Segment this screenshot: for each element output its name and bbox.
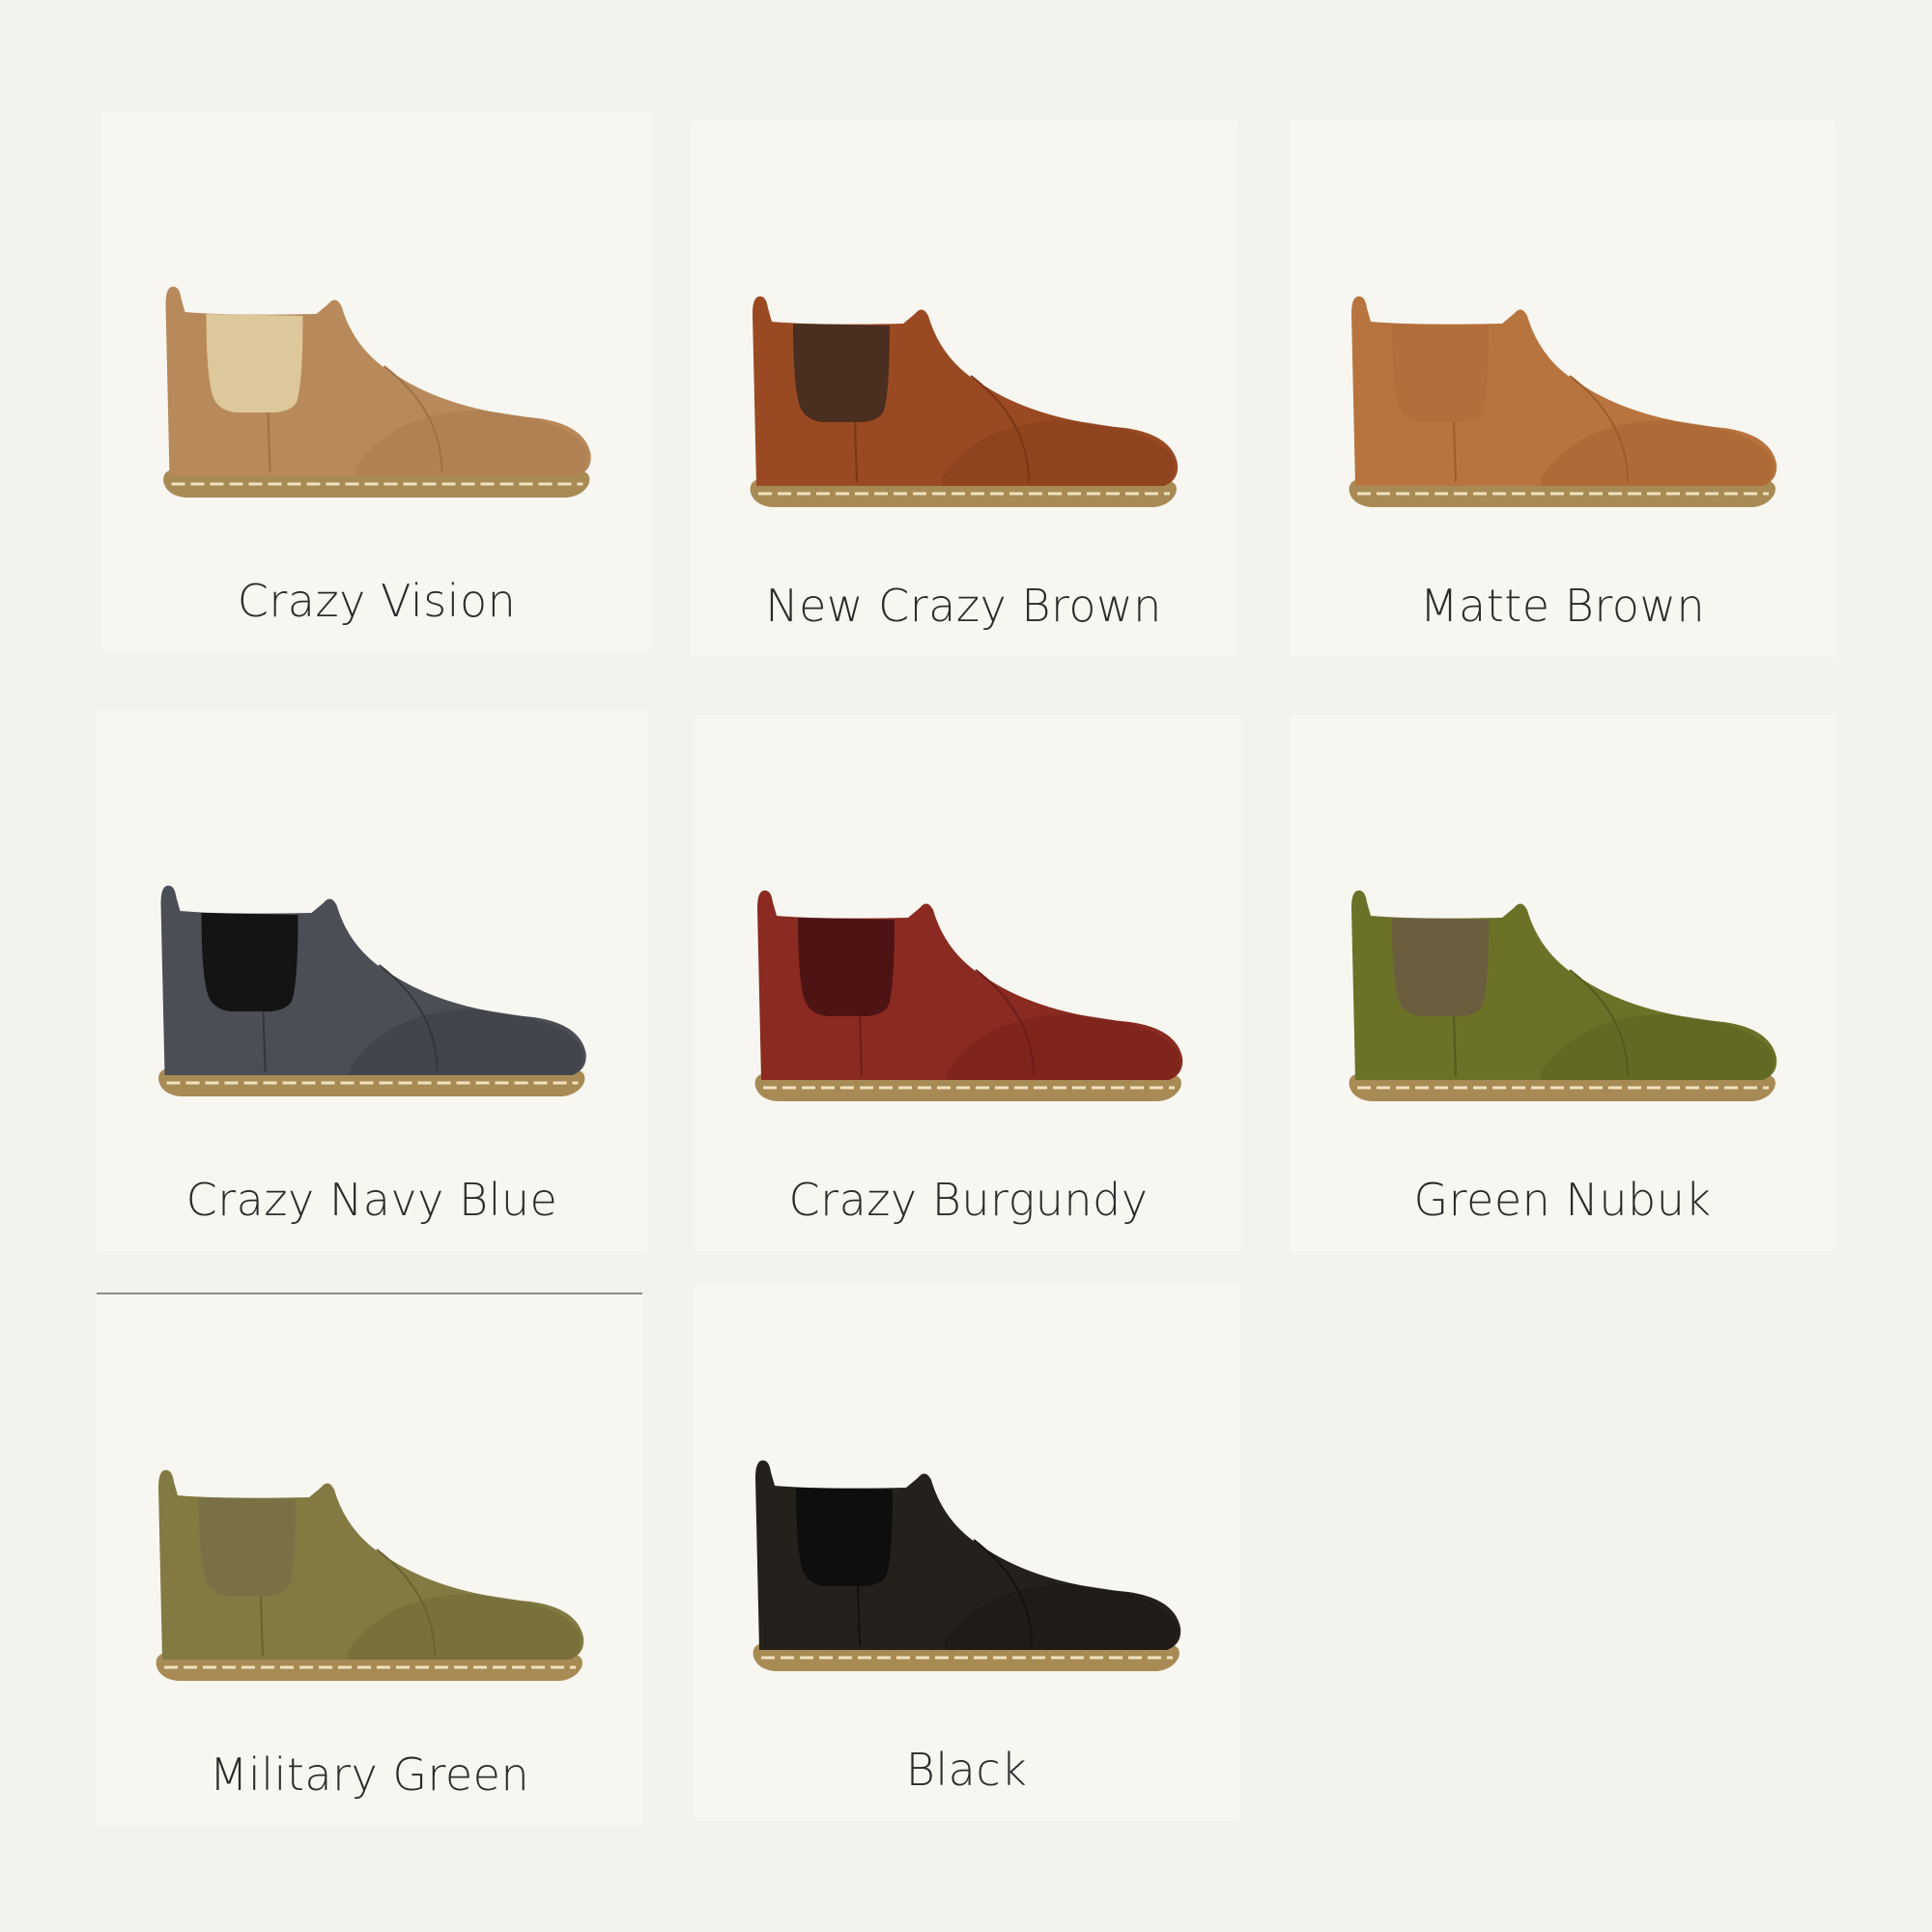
product-photo <box>694 1285 1239 1821</box>
product-photo <box>101 111 652 652</box>
product-photo <box>1290 121 1835 657</box>
product-label: Matte Brown <box>1419 580 1706 632</box>
product-card[interactable]: Crazy Burgundy <box>696 715 1241 1251</box>
product-photo <box>97 710 647 1251</box>
product-label: Green Nubuk <box>1413 1174 1712 1226</box>
product-card[interactable]: Crazy Navy Blue <box>97 710 647 1251</box>
product-photo <box>691 121 1236 657</box>
product-card[interactable]: Green Nubuk <box>1290 715 1835 1251</box>
product-label: Black <box>905 1744 1028 1796</box>
product-card[interactable]: Crazy Vision <box>101 111 652 652</box>
product-photo <box>97 1294 642 1826</box>
product-card[interactable]: Black <box>694 1285 1239 1821</box>
product-label: Crazy Navy Blue <box>185 1174 558 1226</box>
product-photo <box>696 715 1241 1251</box>
product-label: Crazy Burgundy <box>788 1174 1149 1226</box>
product-card[interactable]: Military Green <box>97 1294 642 1826</box>
product-label: Military Green <box>209 1748 530 1801</box>
product-card[interactable]: Matte Brown <box>1290 121 1835 657</box>
divider-line <box>97 1293 642 1294</box>
product-label: New Crazy Brown <box>765 580 1162 632</box>
product-photo <box>1290 715 1835 1251</box>
product-label: Crazy Vision <box>237 575 517 627</box>
product-card[interactable]: New Crazy Brown <box>691 121 1236 657</box>
